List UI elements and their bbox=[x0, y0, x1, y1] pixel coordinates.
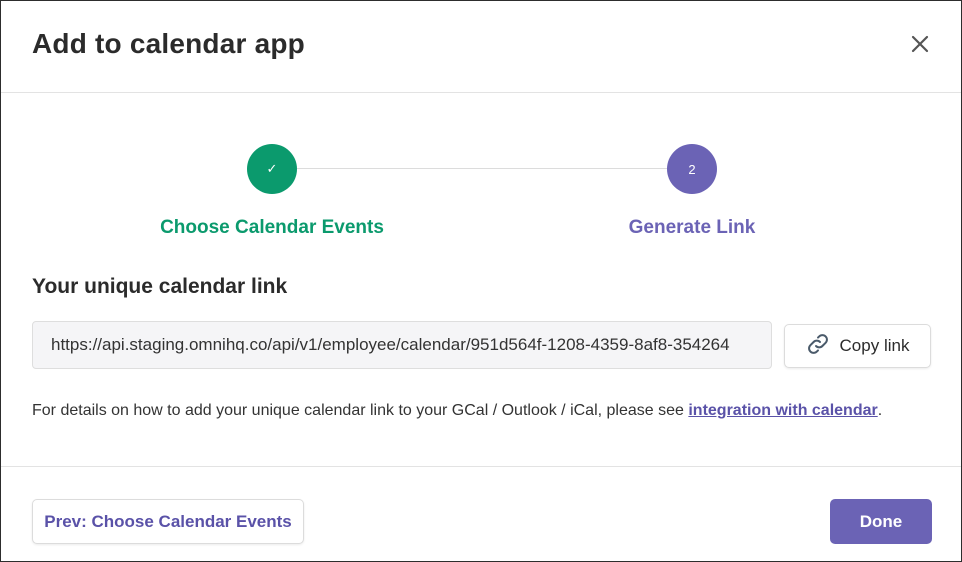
copy-link-label: Copy link bbox=[839, 336, 910, 355]
calendar-link-heading: Your unique calendar link bbox=[32, 275, 288, 298]
step-1-checkmark-icon: ✓ bbox=[247, 144, 297, 194]
calendar-link-input[interactable] bbox=[51, 335, 753, 355]
done-button[interactable]: Done bbox=[830, 499, 932, 544]
stepper-connector bbox=[297, 168, 667, 169]
step-2-indicator: 2 bbox=[667, 144, 717, 194]
close-icon[interactable] bbox=[909, 33, 931, 55]
stepper: ✓ 2 Choose Calendar Events Generate Link bbox=[1, 93, 961, 268]
calendar-link-field[interactable] bbox=[32, 321, 772, 369]
link-icon bbox=[806, 332, 830, 361]
dialog-footer: Prev: Choose Calendar Events Done bbox=[1, 466, 961, 562]
add-to-calendar-dialog: Add to calendar app ✓ 2 Choose Calendar … bbox=[0, 0, 962, 562]
dialog-header: Add to calendar app bbox=[1, 1, 961, 93]
step-1-label: Choose Calendar Events bbox=[160, 217, 384, 238]
dialog-title: Add to calendar app bbox=[32, 27, 305, 59]
prev-button[interactable]: Prev: Choose Calendar Events bbox=[32, 499, 304, 544]
details-suffix: . bbox=[877, 402, 883, 419]
integration-details: For details on how to add your unique ca… bbox=[32, 402, 882, 420]
copy-link-button[interactable]: Copy link bbox=[784, 324, 931, 368]
details-text: For details on how to add your unique ca… bbox=[32, 402, 689, 419]
integration-link[interactable]: integration with calendar bbox=[688, 402, 877, 419]
step-2-label: Generate Link bbox=[628, 217, 756, 238]
